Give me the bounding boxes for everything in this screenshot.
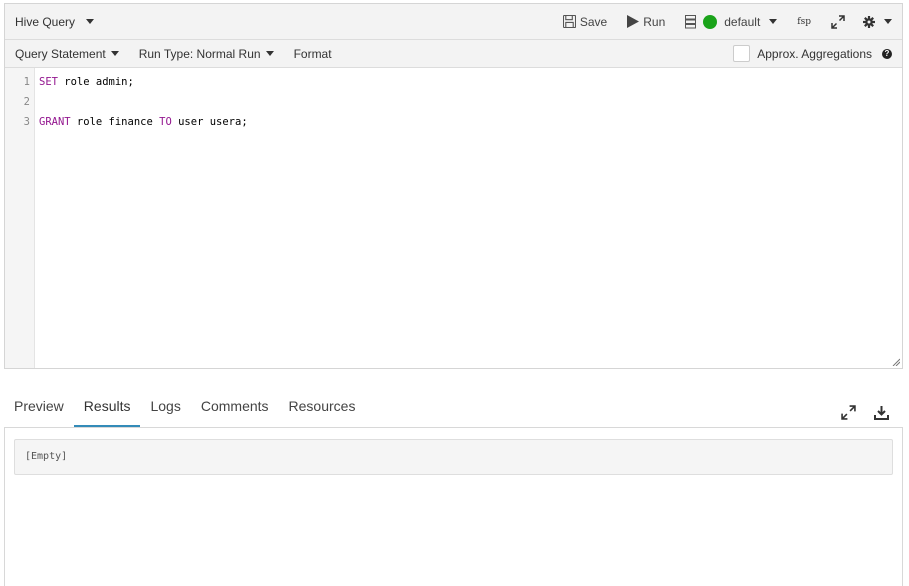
- format-sql-icon[interactable]: fsp: [797, 17, 811, 27]
- tab-resources[interactable]: Resources: [279, 391, 366, 427]
- save-icon: [562, 15, 576, 28]
- status-dot: [703, 14, 718, 29]
- query-editor: Hive Query Save Run default fsp Query St…: [4, 3, 903, 369]
- empty-results-message: [Empty]: [14, 439, 893, 475]
- sql-text: user usera;: [171, 116, 248, 128]
- results-panel: [Empty]: [4, 428, 903, 586]
- query-statement-label: Query Statement: [15, 46, 106, 61]
- sql-keyword: TO: [159, 116, 172, 128]
- code-editor[interactable]: 1 2 3 SET role admin; GRANT role finance…: [5, 68, 902, 368]
- save-label: Save: [579, 14, 608, 29]
- sql-text: role admin;: [57, 76, 134, 88]
- settings-dropdown[interactable]: [863, 15, 892, 28]
- run-type-label: Run Type: Normal Run: [138, 46, 261, 61]
- play-icon: [627, 15, 640, 28]
- code-line: GRANT role finance TO user usera;: [39, 115, 902, 135]
- tab-preview[interactable]: Preview: [4, 391, 74, 427]
- sql-keyword: GRANT: [39, 116, 71, 128]
- sql-text: role finance: [70, 116, 160, 128]
- editor-toolbar: Hive Query Save Run default fsp: [5, 4, 902, 40]
- expand-results-icon[interactable]: [841, 404, 856, 420]
- line-number: 2: [23, 96, 30, 108]
- run-label: Run: [643, 14, 666, 29]
- tab-logs[interactable]: Logs: [140, 391, 190, 427]
- database-dropdown[interactable]: default: [703, 14, 778, 29]
- line-number: 3: [23, 116, 30, 128]
- run-type-dropdown[interactable]: Run Type: Normal Run: [139, 47, 274, 61]
- chevron-down-icon: [110, 51, 119, 56]
- sql-keyword: SET: [39, 76, 58, 88]
- query-type-dropdown[interactable]: Hive Query: [15, 14, 95, 29]
- code-lines[interactable]: SET role admin; GRANT role finance TO us…: [35, 68, 902, 368]
- format-button[interactable]: Format: [294, 47, 332, 61]
- chevron-down-icon: [769, 19, 778, 24]
- tab-results[interactable]: Results: [73, 391, 141, 427]
- code-line: SET role admin;: [39, 75, 902, 95]
- approx-aggregations-label: Approx. Aggregations: [757, 46, 872, 61]
- expand-icon[interactable]: [831, 14, 845, 29]
- run-button[interactable]: Run: [627, 15, 665, 29]
- query-type-label: Hive Query: [15, 14, 76, 29]
- chevron-down-icon: [86, 19, 95, 24]
- gear-icon: [863, 15, 875, 28]
- editor-subbar: Query Statement Run Type: Normal Run For…: [5, 40, 902, 68]
- tab-comments[interactable]: Comments: [191, 391, 279, 427]
- line-gutter: 1 2 3: [5, 68, 35, 368]
- help-icon[interactable]: ?: [882, 48, 892, 59]
- resize-handle-icon[interactable]: [892, 358, 900, 366]
- format-label: Format: [293, 46, 332, 61]
- result-tabs: Preview Results Logs Comments Resources: [4, 392, 903, 428]
- database-label: default: [724, 14, 761, 29]
- query-statement-dropdown[interactable]: Query Statement: [15, 47, 119, 61]
- line-number: 1: [23, 76, 30, 88]
- chevron-down-icon: [265, 51, 274, 56]
- chevron-down-icon: [884, 19, 892, 24]
- approx-aggregations-checkbox[interactable]: [733, 45, 751, 62]
- server-icon: [685, 14, 697, 28]
- download-icon[interactable]: [874, 405, 889, 420]
- save-button[interactable]: Save: [562, 14, 608, 29]
